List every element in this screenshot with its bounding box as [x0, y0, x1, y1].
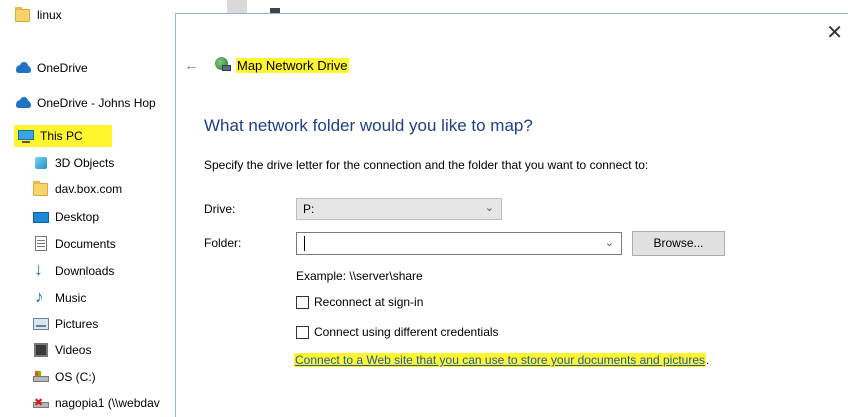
nav-item-label: Documents: [55, 237, 116, 251]
nav-item-3d-objects[interactable]: 3D Objects: [33, 152, 114, 174]
downloads-icon: [33, 259, 49, 280]
dialog-title-bar: Map Network Drive: [214, 56, 349, 74]
folder-example-text: Example: \\server\share: [296, 269, 423, 283]
drive-label: Drive:: [204, 202, 236, 216]
nav-item-desktop[interactable]: Desktop: [33, 206, 99, 228]
nav-item-label: Videos: [55, 343, 92, 357]
close-button[interactable]: ✕: [826, 23, 843, 43]
nav-item-this-pc[interactable]: This PC: [18, 125, 83, 147]
link-suffix: .: [706, 353, 710, 367]
dialog-title: Map Network Drive: [236, 57, 349, 73]
folder-input[interactable]: ⌄: [296, 232, 622, 255]
web-site-link[interactable]: Connect to a Web site that you can use t…: [294, 353, 707, 367]
reconnect-checkbox-row[interactable]: Reconnect at sign-in: [296, 295, 423, 309]
dialog-instruction: Specify the drive letter for the connect…: [204, 158, 649, 172]
videos-icon: [33, 342, 49, 358]
nav-item-label: OS (C:): [55, 370, 96, 384]
navigation-pane: linux OneDrive OneDrive - Johns Hop This…: [0, 0, 175, 416]
credentials-checkbox[interactable]: [296, 325, 309, 339]
nav-item-label: OneDrive: [37, 61, 88, 75]
nav-item-label: Desktop: [55, 210, 100, 224]
back-arrow-icon[interactable]: ←: [184, 57, 199, 74]
nav-item-label: linux: [37, 8, 62, 22]
map-network-drive-dialog: ✕ ← Map Network Drive What network folde…: [175, 13, 848, 417]
onedrive-cloud-icon: [15, 60, 31, 76]
onedrive-cloud-icon: [15, 95, 31, 111]
folder-label: Folder:: [204, 236, 242, 250]
reconnect-label[interactable]: Reconnect at sign-in: [314, 295, 423, 309]
pictures-icon: [33, 316, 49, 332]
folder-icon: [15, 7, 31, 23]
credentials-checkbox-row[interactable]: Connect using different credentials: [296, 325, 499, 339]
chevron-down-icon: ⌄: [484, 202, 494, 214]
nav-item-music[interactable]: Music: [33, 287, 86, 309]
nav-item-onedrive[interactable]: OneDrive: [15, 57, 88, 79]
chevron-down-icon[interactable]: ⌄: [605, 236, 614, 249]
text-caret: [304, 236, 305, 251]
3d-objects-icon: [33, 155, 49, 171]
nav-item-linux[interactable]: linux: [15, 4, 62, 26]
nav-item-label: Music: [55, 291, 87, 305]
web-site-link-row: Connect to a Web site that you can use t…: [294, 353, 709, 367]
music-icon: [33, 287, 49, 307]
drive-select-value: P:: [303, 202, 315, 216]
nav-item-documents[interactable]: Documents: [33, 233, 116, 255]
reconnect-checkbox[interactable]: [296, 295, 309, 309]
documents-icon: [33, 236, 49, 252]
nav-item-pictures[interactable]: Pictures: [33, 313, 98, 335]
nav-item-os-c[interactable]: OS (C:): [33, 366, 96, 388]
nav-item-label: Downloads: [55, 264, 115, 278]
drive-icon: [33, 369, 49, 385]
nav-item-downloads[interactable]: Downloads: [33, 259, 115, 282]
nav-item-label: 3D Objects: [55, 156, 115, 170]
nav-item-nagopia1[interactable]: nagopia1 (\\webdav: [33, 392, 160, 414]
desktop-icon: [33, 209, 49, 225]
nav-item-dav-box-com[interactable]: dav.box.com: [33, 178, 122, 200]
folder-icon: [33, 181, 49, 197]
nav-item-label: OneDrive - Johns Hop: [37, 96, 156, 110]
nav-item-label: nagopia1 (\\webdav: [55, 396, 160, 410]
drive-select[interactable]: P: ⌄: [296, 198, 502, 220]
nav-item-label: This PC: [40, 129, 83, 143]
network-drive-icon: [214, 56, 232, 74]
nav-item-label: Pictures: [55, 317, 99, 331]
credentials-label[interactable]: Connect using different credentials: [314, 325, 499, 339]
this-pc-icon: [18, 128, 34, 144]
nav-item-label: dav.box.com: [55, 182, 123, 196]
background-toolbar-segment: [227, 0, 247, 13]
dialog-heading: What network folder would you like to ma…: [204, 116, 533, 135]
nav-item-videos[interactable]: Videos: [33, 339, 91, 361]
nav-item-onedrive-johns-hop[interactable]: OneDrive - Johns Hop: [15, 92, 156, 114]
network-drive-disconnected-icon: [33, 395, 49, 411]
browse-button[interactable]: Browse...: [632, 231, 725, 256]
background-window-strip: [175, 0, 848, 13]
